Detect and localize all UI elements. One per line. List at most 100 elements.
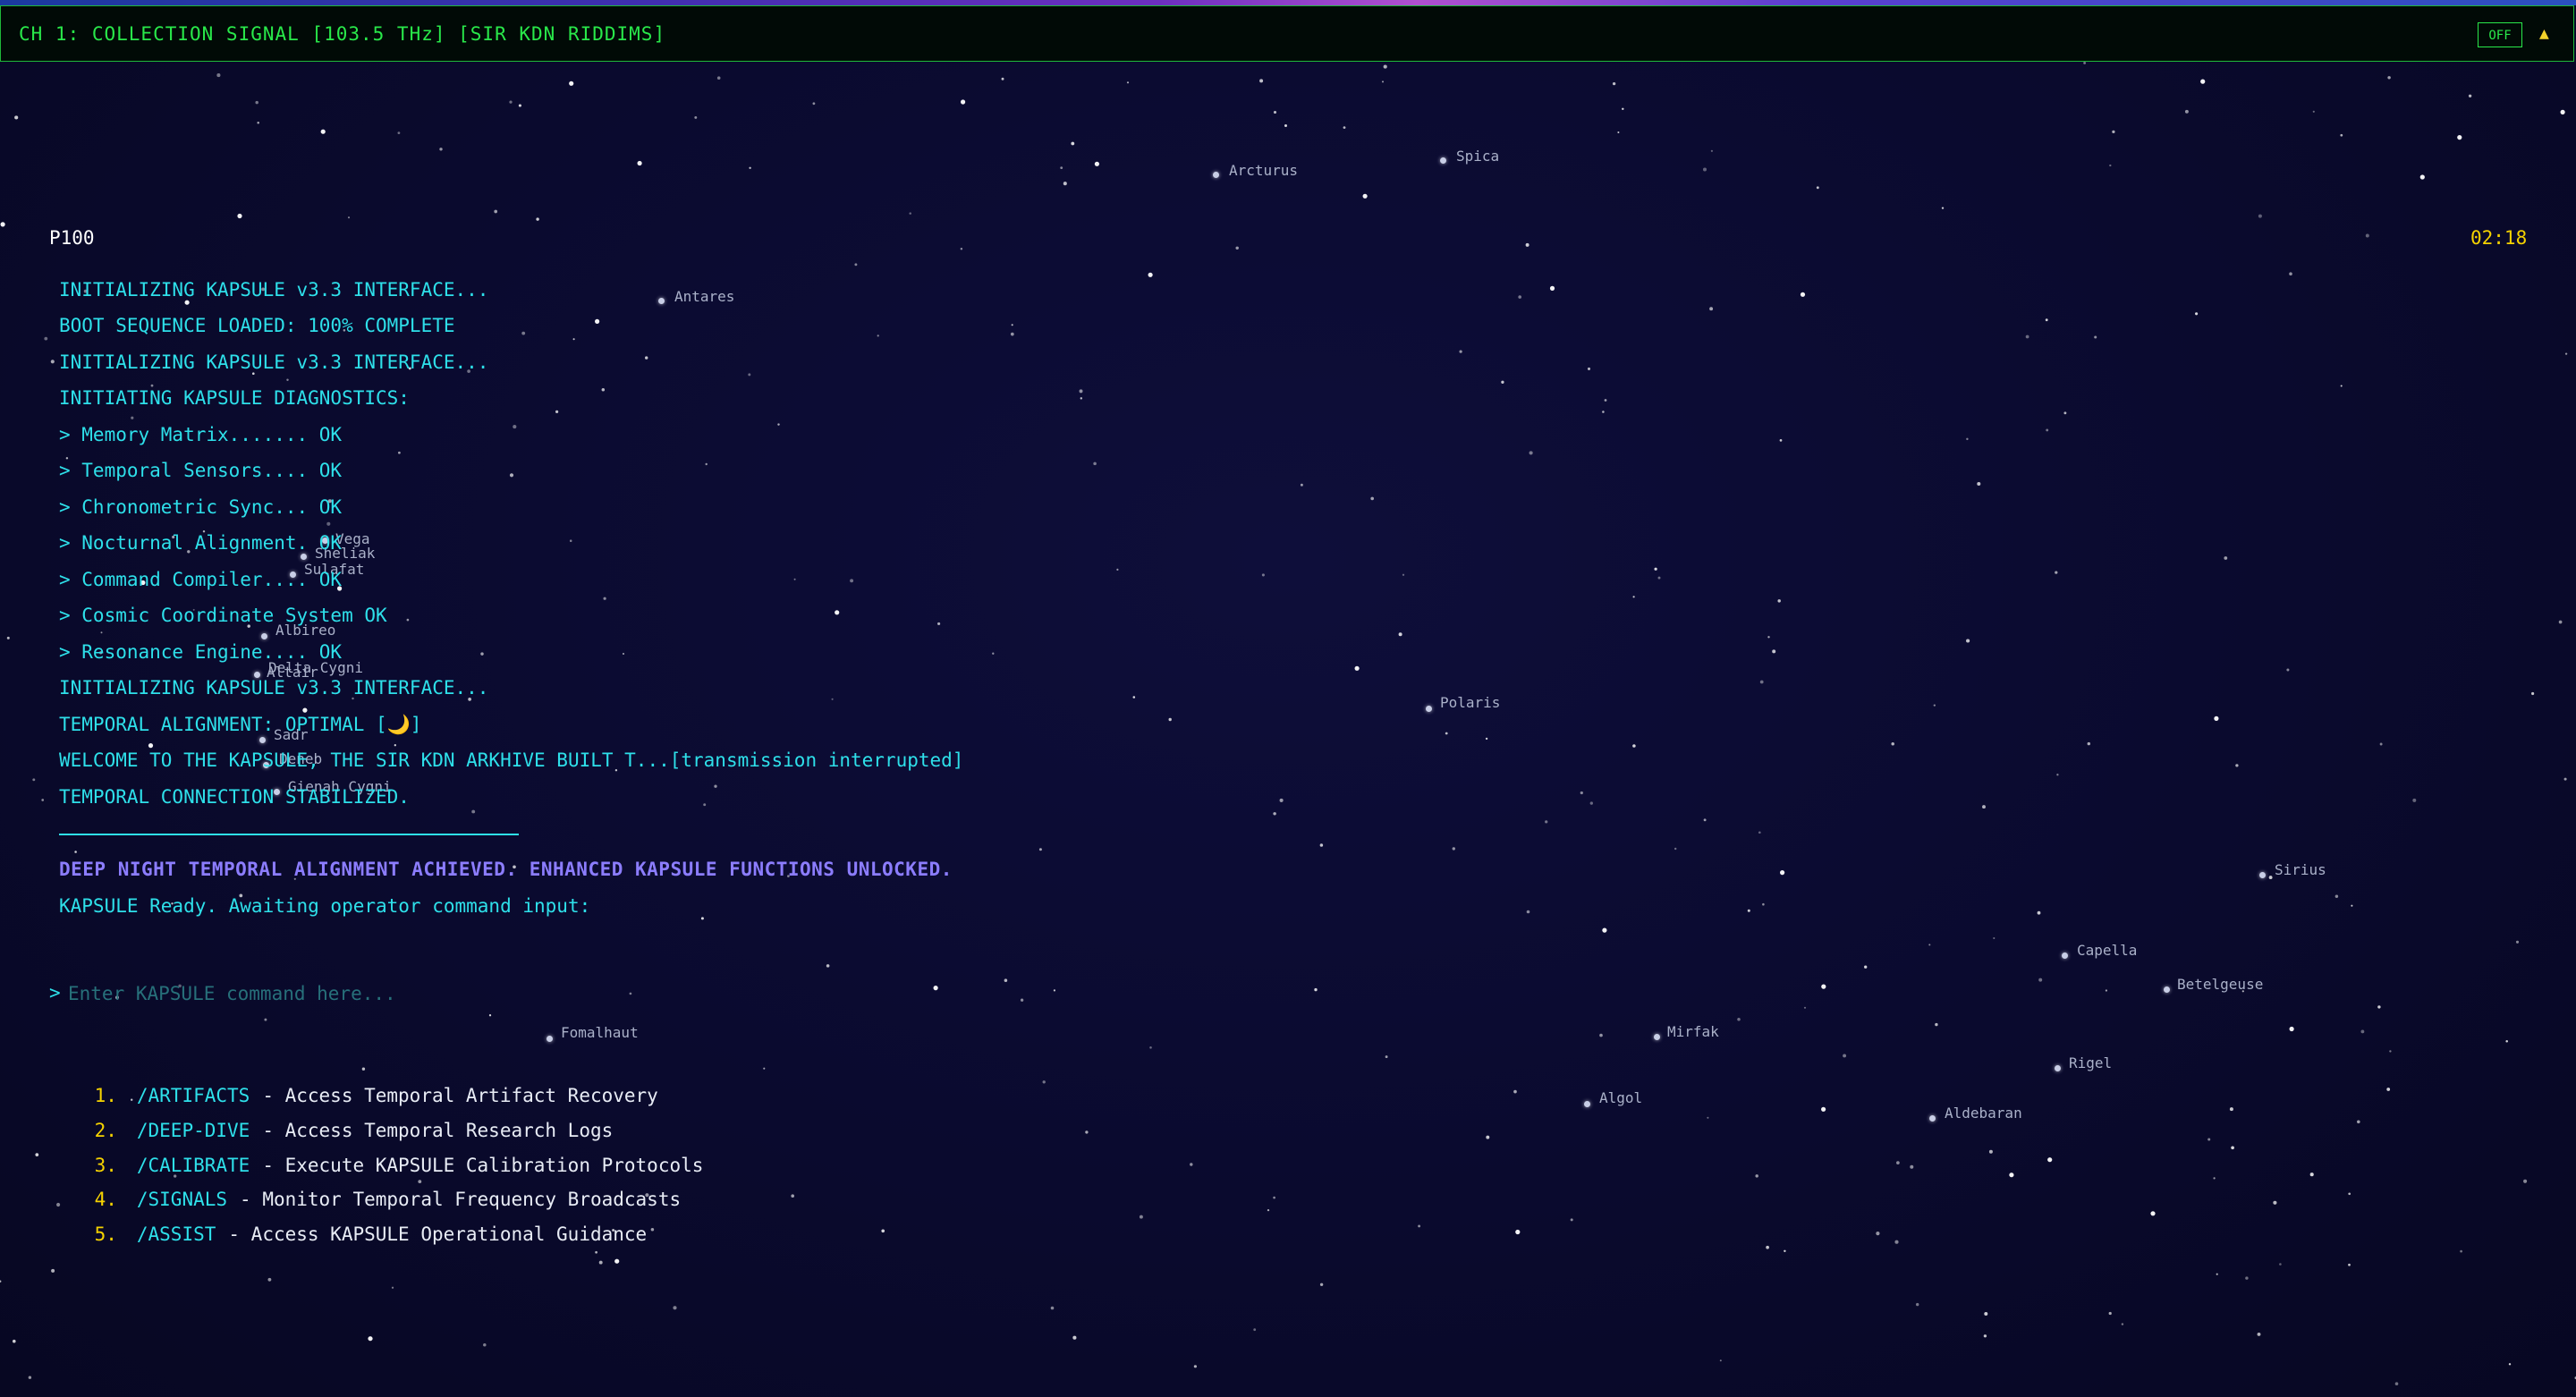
background-star — [326, 521, 331, 526]
terminal-line: BOOT SEQUENCE LOADED: 100% COMPLETE — [59, 315, 455, 336]
background-star — [2558, 620, 2563, 624]
background-star — [2200, 79, 2206, 84]
background-star — [2037, 910, 2041, 915]
background-star — [1452, 847, 1455, 851]
background-star — [406, 618, 410, 622]
background-star — [1149, 1046, 1152, 1049]
background-star — [700, 917, 704, 920]
background-star — [2038, 978, 2043, 982]
background-star — [714, 784, 717, 788]
background-star — [13, 1339, 16, 1343]
background-star — [2460, 1249, 2462, 1253]
star-label-algol: Algol — [1599, 1089, 1643, 1106]
menu-item-number: 5. — [94, 1223, 117, 1245]
background-star — [394, 744, 396, 747]
background-star — [992, 652, 995, 655]
background-star — [2083, 61, 2087, 64]
background-star — [237, 213, 242, 219]
background-star — [2025, 334, 2029, 339]
background-star — [2258, 214, 2262, 218]
background-star — [1132, 696, 1136, 698]
background-star — [1758, 831, 1761, 834]
background-star — [1300, 483, 1303, 487]
background-star — [286, 378, 289, 382]
background-star — [1755, 1174, 1758, 1178]
star-label-sirius: Sirius — [2275, 861, 2326, 878]
background-star — [471, 809, 476, 814]
background-star — [368, 1336, 373, 1342]
star-label-capella: Capella — [2077, 942, 2138, 959]
background-star — [2257, 1332, 2261, 1336]
background-star — [1891, 742, 1894, 746]
expand-arrow-icon[interactable]: ▲ — [2539, 24, 2549, 43]
background-star — [1545, 820, 1548, 824]
background-star — [1529, 451, 1533, 455]
background-star — [1894, 1240, 1899, 1244]
background-star — [2009, 1173, 2014, 1178]
background-star — [1702, 167, 1707, 172]
menu-item-command[interactable]: /ASSIST — [137, 1223, 216, 1245]
background-star — [1261, 573, 1265, 577]
background-star — [1780, 870, 1785, 876]
background-star — [2045, 318, 2048, 322]
background-star — [2214, 715, 2219, 722]
menu-item-assist[interactable]: 5. /ASSIST - Access KAPSULE Operational Gu… — [49, 1202, 648, 1266]
terminal-line: > Temporal Sensors.... OK — [59, 460, 343, 481]
background-star — [622, 652, 625, 656]
background-star — [320, 129, 326, 134]
background-star — [2419, 174, 2425, 180]
background-star — [2468, 94, 2472, 97]
background-star — [1767, 636, 1770, 639]
background-star — [35, 1153, 39, 1156]
menu-item-description: - Access KAPSULE Operational Guidance — [228, 1223, 648, 1245]
terminal-line: > Nocturnal Alignment. OK — [59, 532, 343, 554]
background-star — [637, 160, 642, 166]
radio-off-button[interactable]: OFF — [2478, 22, 2522, 47]
background-star — [1993, 936, 1996, 940]
background-star — [2207, 1138, 2211, 1141]
background-star — [1984, 1312, 1988, 1316]
background-star — [1602, 927, 1607, 933]
background-star — [1843, 1054, 1847, 1058]
background-star — [2150, 1211, 2156, 1216]
star-label-fomalhaut: Fomalhaut — [561, 1024, 639, 1041]
background-star — [2213, 1177, 2216, 1180]
background-star — [2216, 1273, 2218, 1275]
background-star — [1966, 639, 1970, 643]
background-star — [569, 80, 574, 86]
background-star — [2268, 876, 2273, 880]
background-star — [1319, 1283, 1324, 1287]
background-star — [1747, 909, 1750, 912]
background-star — [1800, 292, 1806, 297]
background-star — [2340, 133, 2343, 137]
background-star — [1042, 1080, 1046, 1084]
background-star — [716, 76, 721, 80]
background-star — [2531, 691, 2535, 696]
background-star — [1703, 818, 1707, 822]
star-dot — [658, 298, 665, 304]
background-star — [1518, 295, 1521, 299]
background-star — [791, 1194, 794, 1198]
background-star — [1004, 978, 1008, 982]
background-star — [2286, 668, 2290, 672]
background-star — [2184, 109, 2189, 114]
background-star — [831, 698, 834, 700]
background-star — [793, 578, 796, 580]
terminal-line: > Cosmic Coordinate System OK — [59, 605, 387, 626]
star-label-antares: Antares — [674, 288, 735, 305]
command-input[interactable] — [68, 978, 873, 1010]
background-star — [14, 115, 19, 120]
background-star — [1737, 1018, 1741, 1021]
background-star — [2389, 1050, 2392, 1053]
background-star — [480, 652, 484, 656]
background-star — [536, 217, 539, 221]
background-star — [1190, 1163, 1193, 1166]
background-star — [1719, 1359, 1722, 1362]
star-label-arcturus: Arcturus — [1229, 162, 1299, 179]
background-star — [1896, 1161, 1900, 1164]
background-star — [1933, 704, 1936, 707]
background-star — [1988, 1149, 1993, 1154]
background-star — [2309, 1173, 2314, 1177]
background-star — [1762, 902, 1765, 906]
background-star — [705, 462, 708, 466]
